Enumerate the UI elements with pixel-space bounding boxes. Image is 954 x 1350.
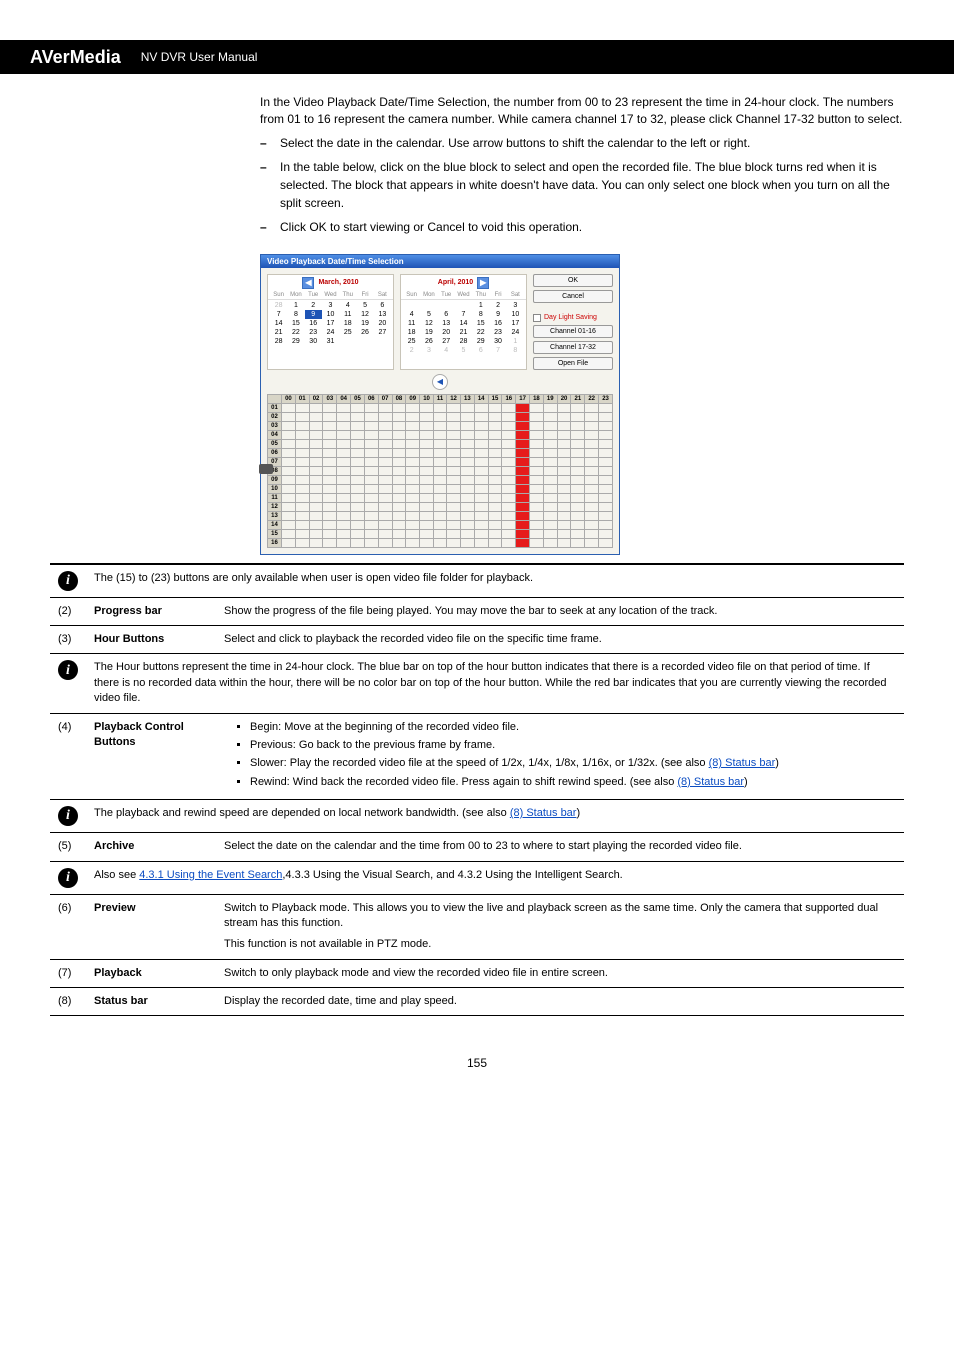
note-row: The (15) to (23) buttons are only availa… <box>86 564 904 598</box>
step-2: In the table below, click on the blue bl… <box>260 158 904 212</box>
link-event-search[interactable]: 4.3.1 Using the Event Search <box>139 869 282 881</box>
ok-button[interactable]: OK <box>533 274 613 287</box>
daylight-saving-checkbox[interactable]: Day Light Saving <box>533 314 613 322</box>
info-icon: i <box>58 868 78 888</box>
link-status-bar[interactable]: (8) Status bar <box>709 757 776 769</box>
calendar-prev-icon[interactable]: ◀ <box>302 277 314 289</box>
header-bar: AVerMedia NV DVR User Manual <box>0 40 954 74</box>
dialog-title: Video Playback Date/Time Selection <box>261 255 619 268</box>
info-icon: i <box>58 806 78 826</box>
calendar-next-icon[interactable]: ▶ <box>477 277 489 289</box>
intro-paragraph: In the Video Playback Date/Time Selectio… <box>260 94 904 128</box>
calendar-left[interactable]: ◀ March, 2010 SunMonTueWedThuFriSat 2812… <box>267 274 394 370</box>
time-grid[interactable]: 0001020304050607080910111213141516171819… <box>267 394 613 548</box>
calendar-month-right: April, 2010 <box>438 279 473 286</box>
channel-17-32-button[interactable]: Channel 17-32 <box>533 341 613 354</box>
cancel-button[interactable]: Cancel <box>533 290 613 303</box>
row-desc: Show the progress of the file being play… <box>216 597 904 625</box>
calendar-right[interactable]: April, 2010 ▶ SunMonTueWedThuFriSat 1234… <box>400 274 527 370</box>
info-icon: i <box>58 660 78 680</box>
row-num: (2) <box>50 597 86 625</box>
channel-1-16-button[interactable]: Channel 01-16 <box>533 325 613 338</box>
step-1: Select the date in the calendar. Use arr… <box>260 134 904 152</box>
scrub-icon: ◀ <box>432 374 448 390</box>
row-name: Progress bar <box>86 597 216 625</box>
link-status-bar[interactable]: (8) Status bar <box>510 807 577 819</box>
steps-list: Select the date in the calendar. Use arr… <box>260 134 904 236</box>
page-number: 155 <box>50 1056 904 1070</box>
info-icon: i <box>58 571 78 591</box>
open-file-button[interactable]: Open File <box>533 357 613 370</box>
description-table: i The (15) to (23) buttons are only avai… <box>50 563 904 1017</box>
header-title: NV DVR User Manual <box>141 50 258 64</box>
calendar-month-left: March, 2010 <box>318 279 358 286</box>
dialog-screenshot: Video Playback Date/Time Selection ◀ Mar… <box>260 254 620 555</box>
camera-icon <box>259 464 273 474</box>
header-brand: AVerMedia <box>30 47 121 68</box>
step-3: Click OK to start viewing or Cancel to v… <box>260 218 904 236</box>
link-status-bar[interactable]: (8) Status bar <box>677 776 744 788</box>
playback-buttons-list: Begin: Move at the beginning of the reco… <box>250 720 896 791</box>
